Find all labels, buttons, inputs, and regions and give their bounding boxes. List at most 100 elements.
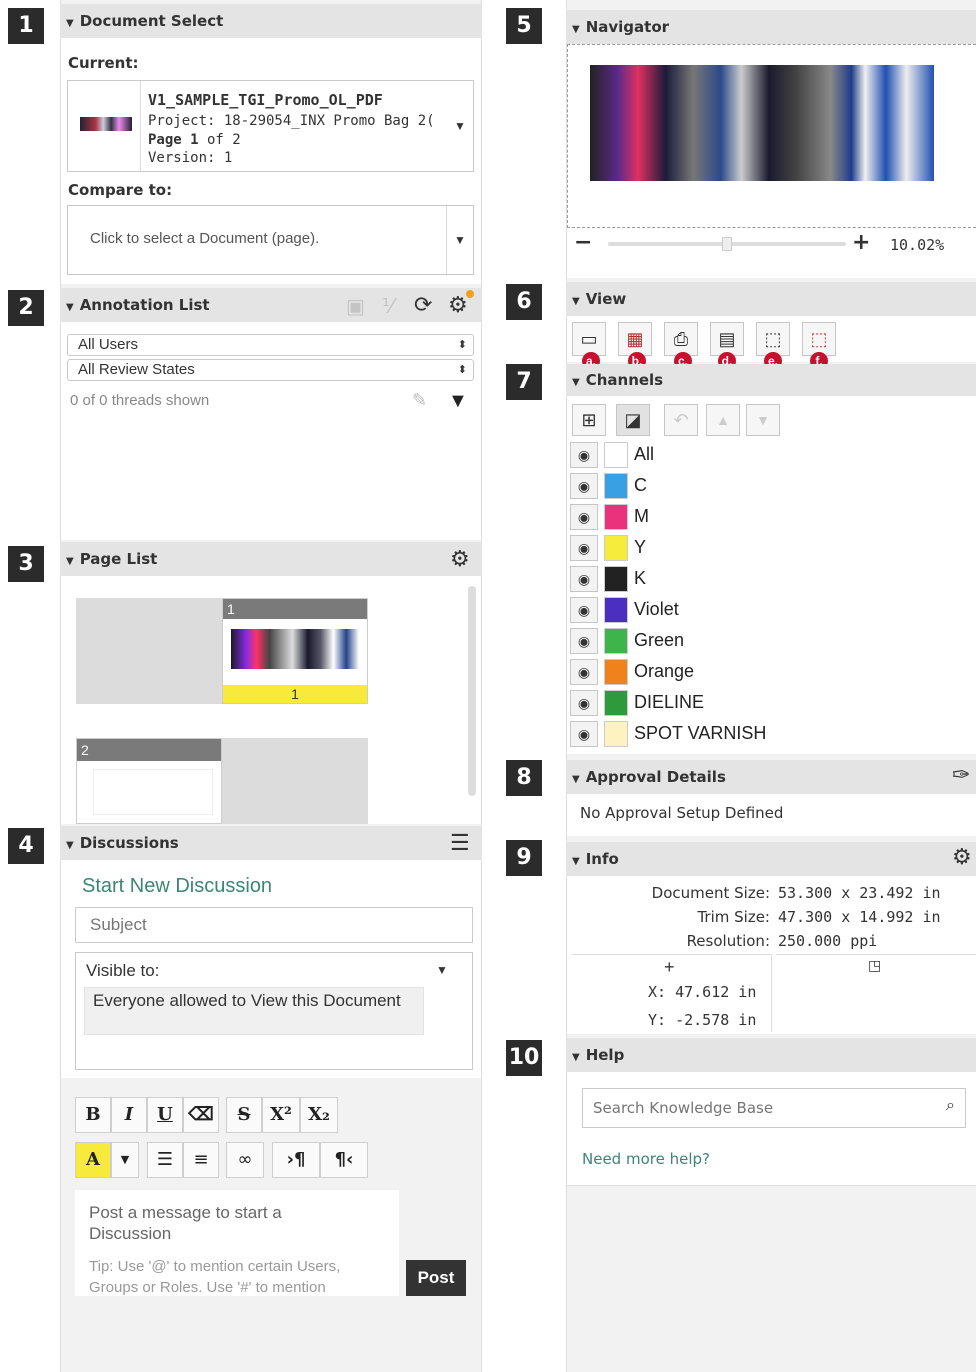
post-button[interactable]: Post [406,1260,466,1296]
pin-icon[interactable]: ✎ [412,390,427,411]
fit-page-icon[interactable]: ▭ [572,322,606,356]
page-preview-image [93,769,213,815]
collapse-triangle-icon: ▼ [66,302,74,313]
print-icon[interactable]: ⎙ [664,322,698,356]
message-editor[interactable]: Post a message to start a Discussion Tip… [75,1190,399,1296]
zoom-slider-thumb[interactable] [722,237,732,251]
search-icon[interactable]: ⌕ [946,1097,955,1115]
eye-icon[interactable]: ◉ [570,597,598,623]
page-count: of 2 [198,132,241,148]
measure-icon[interactable]: ▤ [710,322,744,356]
step-number-3: 3 [8,546,44,582]
navigator-preview[interactable] [567,44,976,228]
compare-label: Compare to: [68,181,173,199]
channel-row: ◉ M [570,502,976,532]
strikethrough-button[interactable]: S [226,1097,262,1133]
zoom-out-button[interactable]: − [574,230,592,255]
gear-icon[interactable]: ⚙ [448,292,468,318]
chevron-down-icon[interactable]: ▼ [111,1142,139,1178]
page-number: Page 1 [148,132,199,148]
move-down-icon[interactable]: ▼ [746,404,780,436]
filter-users-icon[interactable]: ⅟ [382,294,393,319]
document-select-header[interactable]: ▼ Document Select [60,4,482,38]
list-view-icon[interactable]: ☰ [450,830,470,856]
users-select[interactable]: All Users ⬍ [67,334,474,356]
current-document-selector[interactable]: V1_SAMPLE_TGI_Promo_OL_PDF Project: 18-2… [67,80,474,172]
collapse-triangle-icon: ▼ [572,856,580,867]
gear-icon[interactable]: ⚙ [450,546,470,572]
chevron-down-icon[interactable]: ▼ [447,206,473,274]
bold-button[interactable]: B [75,1097,111,1133]
discussions-header[interactable]: ▼ Discussions [60,826,482,860]
review-states-select-value: All Review States [78,361,195,378]
eye-icon[interactable]: ◉ [570,690,598,716]
save-icon[interactable]: ▣ [346,294,365,319]
crop-marks-icon[interactable]: ⬚ [756,322,790,356]
eye-icon[interactable]: ◉ [570,566,598,592]
rtl-paragraph-icon[interactable]: ¶‹ [320,1142,368,1178]
gear-icon[interactable]: ⚙ [952,844,972,870]
underline-button[interactable]: U [147,1097,183,1133]
view-header[interactable]: ▼ View [566,282,976,316]
channels-header[interactable]: ▼ Channels [566,364,976,396]
review-states-select[interactable]: All Review States ⬍ [67,359,474,381]
page-list-scrollbar[interactable] [468,586,476,796]
eye-icon[interactable]: ◉ [570,473,598,499]
link-icon[interactable]: ∞ [226,1142,264,1178]
zoom-in-button[interactable]: + [852,230,870,255]
move-up-icon[interactable]: ▲ [706,404,740,436]
ltr-paragraph-icon[interactable]: ›¶ [272,1142,320,1178]
visible-to-panel: Visible to: ▼ Everyone allowed to View t… [75,952,473,1070]
eye-icon[interactable]: ◉ [570,721,598,747]
zoom-slider-track[interactable] [608,237,846,251]
undo-icon[interactable]: ↶ [664,404,698,436]
numbered-list-icon[interactable]: ≡ [183,1142,219,1178]
refresh-icon[interactable]: ⟳ [414,292,432,318]
densitometer-icon[interactable]: ▦ [618,322,652,356]
page-preview-image [231,629,359,669]
resolution-label: Resolution: [686,932,770,950]
subscript-button[interactable]: X₂ [300,1097,338,1133]
approval-details-title: Approval Details [585,768,726,786]
navigator-header[interactable]: ▼ Navigator [566,10,976,44]
need-more-help-link[interactable]: Need more help? [582,1150,710,1168]
superscript-button[interactable]: X² [262,1097,300,1133]
grid-view-icon[interactable]: ⊞ [572,404,606,436]
select-arrows-icon: ⬍ [457,339,467,351]
knowledge-base-search-input[interactable] [583,1089,923,1127]
help-header[interactable]: ▼ Help [566,1038,976,1072]
view-title: View [585,290,627,308]
italic-button[interactable]: I [111,1097,147,1133]
eye-icon[interactable]: ◉ [570,628,598,654]
eye-icon[interactable]: ◉ [570,659,598,685]
page-list-header[interactable]: ▼ Page List [60,542,482,576]
eraser-button[interactable]: ⌫ [183,1097,219,1133]
eye-icon[interactable]: ◉ [570,535,598,561]
chevron-down-icon[interactable]: ▼ [447,81,473,171]
page-list-title: Page List [79,550,158,568]
filter-icon[interactable]: ▼ [448,390,468,413]
step-number-8: 8 [506,760,542,796]
eye-icon[interactable]: ◉ [570,442,598,468]
page-thumbnail-1[interactable]: 1 1 [222,598,368,704]
bullet-list-icon[interactable]: ☰ [147,1142,183,1178]
subject-input[interactable] [75,907,473,943]
channel-color-swatch [604,473,628,499]
eye-icon[interactable]: ◉ [570,504,598,530]
info-header[interactable]: ▼ Info [566,842,976,876]
compare-document-selector[interactable]: Click to select a Document (page). ▼ [67,205,474,275]
highlight-color-button[interactable]: A [75,1142,111,1178]
page-thumbnail-2[interactable]: 2 [76,738,222,824]
start-new-discussion[interactable]: Start New Discussion [82,875,272,898]
contrast-icon[interactable]: ◪ [616,404,650,436]
knowledge-base-search[interactable]: ⌕ [582,1088,966,1128]
approval-details-header[interactable]: ▼ Approval Details [566,760,976,794]
wrench-icon[interactable]: ✑ [952,762,970,788]
channel-row: ◉ Green [570,626,976,656]
visible-to-value[interactable]: Everyone allowed to View this Document [84,987,424,1035]
channel-row: ◉ Violet [570,595,976,625]
collapse-triangle-icon: ▼ [572,377,580,388]
selection-box-icon[interactable]: ⬚ [802,322,836,356]
chevron-down-icon[interactable]: ▼ [436,963,448,977]
channel-color-swatch [604,535,628,561]
